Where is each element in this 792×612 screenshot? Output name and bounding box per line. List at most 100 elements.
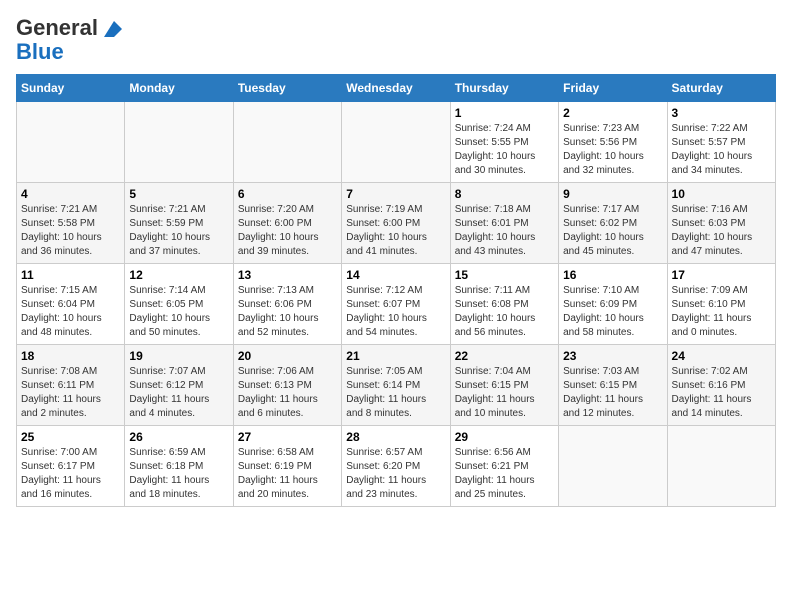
day-number: 8 (455, 187, 554, 201)
day-info: Sunrise: 7:24 AM Sunset: 5:55 PM Dayligh… (455, 122, 554, 178)
calendar-week-row: 11Sunrise: 7:15 AM Sunset: 6:04 PM Dayli… (17, 264, 776, 345)
day-info: Sunrise: 7:23 AM Sunset: 5:56 PM Dayligh… (563, 122, 662, 178)
day-number: 4 (21, 187, 120, 201)
day-info: Sunrise: 7:16 AM Sunset: 6:03 PM Dayligh… (672, 203, 771, 259)
calendar-cell: 7 Sunrise: 7:19 AM Sunset: 6:00 PM Daylig… (342, 183, 450, 264)
day-number: 26 (129, 430, 228, 444)
day-info: Sunrise: 7:07 AM Sunset: 6:12 PM Dayligh… (129, 365, 228, 421)
calendar-cell: 26 Sunrise: 6:59 AM Sunset: 6:18 PM Dayli… (125, 426, 233, 507)
weekday-header-wednesday: Wednesday (342, 75, 450, 102)
calendar-cell: 8 Sunrise: 7:18 AM Sunset: 6:01 PM Daylig… (450, 183, 558, 264)
day-info: Sunrise: 7:18 AM Sunset: 6:01 PM Dayligh… (455, 203, 554, 259)
calendar-cell (17, 102, 125, 183)
weekday-header-saturday: Saturday (667, 75, 775, 102)
day-info: Sunrise: 7:13 AM Sunset: 6:06 PM Dayligh… (238, 284, 337, 340)
day-info: Sunrise: 7:21 AM Sunset: 5:58 PM Dayligh… (21, 203, 120, 259)
day-number: 1 (455, 106, 554, 120)
day-number: 25 (21, 430, 120, 444)
day-info: Sunrise: 7:21 AM Sunset: 5:59 PM Dayligh… (129, 203, 228, 259)
day-number: 9 (563, 187, 662, 201)
calendar-cell: 10 Sunrise: 7:16 AM Sunset: 6:03 PM Dayli… (667, 183, 775, 264)
day-info: Sunrise: 6:56 AM Sunset: 6:21 PM Dayligh… (455, 446, 554, 502)
calendar-cell: 3Sunrise: 7:22 AM Sunset: 5:57 PM Daylig… (667, 102, 775, 183)
day-number: 24 (672, 349, 771, 363)
weekday-header-monday: Monday (125, 75, 233, 102)
calendar-week-row: 4 Sunrise: 7:21 AM Sunset: 5:58 PM Daylig… (17, 183, 776, 264)
logo-general: General (16, 16, 98, 40)
weekday-header-friday: Friday (559, 75, 667, 102)
day-info: Sunrise: 7:04 AM Sunset: 6:15 PM Dayligh… (455, 365, 554, 421)
calendar-cell: 27 Sunrise: 6:58 AM Sunset: 6:19 PM Dayli… (233, 426, 341, 507)
calendar-cell: 5 Sunrise: 7:21 AM Sunset: 5:59 PM Daylig… (125, 183, 233, 264)
calendar-cell: 17 Sunrise: 7:09 AM Sunset: 6:10 PM Dayli… (667, 264, 775, 345)
calendar-cell: 29 Sunrise: 6:56 AM Sunset: 6:21 PM Dayli… (450, 426, 558, 507)
day-number: 10 (672, 187, 771, 201)
day-info: Sunrise: 7:09 AM Sunset: 6:10 PM Dayligh… (672, 284, 771, 340)
day-info: Sunrise: 7:05 AM Sunset: 6:14 PM Dayligh… (346, 365, 445, 421)
calendar-cell: 1 Sunrise: 7:24 AM Sunset: 5:55 PM Daylig… (450, 102, 558, 183)
day-info: Sunrise: 7:20 AM Sunset: 6:00 PM Dayligh… (238, 203, 337, 259)
day-number: 12 (129, 268, 228, 282)
day-number: 15 (455, 268, 554, 282)
day-number: 20 (238, 349, 337, 363)
calendar-cell: 9 Sunrise: 7:17 AM Sunset: 6:02 PM Daylig… (559, 183, 667, 264)
day-number: 19 (129, 349, 228, 363)
day-info: Sunrise: 7:03 AM Sunset: 6:15 PM Dayligh… (563, 365, 662, 421)
calendar-cell: 18 Sunrise: 7:08 AM Sunset: 6:11 PM Dayli… (17, 345, 125, 426)
weekday-header-sunday: Sunday (17, 75, 125, 102)
calendar-cell: 2 Sunrise: 7:23 AM Sunset: 5:56 PM Daylig… (559, 102, 667, 183)
calendar-cell: 4 Sunrise: 7:21 AM Sunset: 5:58 PM Daylig… (17, 183, 125, 264)
day-number: 17 (672, 268, 771, 282)
day-number: 2 (563, 106, 662, 120)
weekday-header-tuesday: Tuesday (233, 75, 341, 102)
day-number: 21 (346, 349, 445, 363)
calendar-week-row: 1 Sunrise: 7:24 AM Sunset: 5:55 PM Daylig… (17, 102, 776, 183)
calendar-week-row: 25 Sunrise: 7:00 AM Sunset: 6:17 PM Dayli… (17, 426, 776, 507)
day-number: 18 (21, 349, 120, 363)
day-info: Sunrise: 6:59 AM Sunset: 6:18 PM Dayligh… (129, 446, 228, 502)
day-number: 3 (672, 106, 771, 120)
calendar-cell: 6Sunrise: 7:20 AM Sunset: 6:00 PM Daylig… (233, 183, 341, 264)
calendar-cell: 11Sunrise: 7:15 AM Sunset: 6:04 PM Dayli… (17, 264, 125, 345)
page-header: General Blue (16, 16, 776, 64)
calendar-cell (125, 102, 233, 183)
calendar-cell: 19 Sunrise: 7:07 AM Sunset: 6:12 PM Dayli… (125, 345, 233, 426)
day-info: Sunrise: 7:02 AM Sunset: 6:16 PM Dayligh… (672, 365, 771, 421)
day-info: Sunrise: 7:19 AM Sunset: 6:00 PM Dayligh… (346, 203, 445, 259)
day-number: 23 (563, 349, 662, 363)
day-info: Sunrise: 7:17 AM Sunset: 6:02 PM Dayligh… (563, 203, 662, 259)
day-number: 11 (21, 268, 120, 282)
day-info: Sunrise: 6:58 AM Sunset: 6:19 PM Dayligh… (238, 446, 337, 502)
day-number: 28 (346, 430, 445, 444)
day-number: 29 (455, 430, 554, 444)
calendar-cell: 14 Sunrise: 7:12 AM Sunset: 6:07 PM Dayli… (342, 264, 450, 345)
day-info: Sunrise: 7:08 AM Sunset: 6:11 PM Dayligh… (21, 365, 120, 421)
day-number: 27 (238, 430, 337, 444)
day-info: Sunrise: 7:00 AM Sunset: 6:17 PM Dayligh… (21, 446, 120, 502)
day-info: Sunrise: 7:14 AM Sunset: 6:05 PM Dayligh… (129, 284, 228, 340)
day-info: Sunrise: 7:12 AM Sunset: 6:07 PM Dayligh… (346, 284, 445, 340)
logo-blue: Blue (16, 40, 64, 64)
calendar-week-row: 18 Sunrise: 7:08 AM Sunset: 6:11 PM Dayli… (17, 345, 776, 426)
calendar-cell: 28 Sunrise: 6:57 AM Sunset: 6:20 PM Dayli… (342, 426, 450, 507)
calendar-cell: 22 Sunrise: 7:04 AM Sunset: 6:15 PM Dayli… (450, 345, 558, 426)
day-info: Sunrise: 7:06 AM Sunset: 6:13 PM Dayligh… (238, 365, 337, 421)
day-info: Sunrise: 6:57 AM Sunset: 6:20 PM Dayligh… (346, 446, 445, 502)
day-number: 22 (455, 349, 554, 363)
weekday-header-thursday: Thursday (450, 75, 558, 102)
day-info: Sunrise: 7:10 AM Sunset: 6:09 PM Dayligh… (563, 284, 662, 340)
calendar-table: SundayMondayTuesdayWednesdayThursdayFrid… (16, 74, 776, 507)
calendar-cell (559, 426, 667, 507)
calendar-cell: 16 Sunrise: 7:10 AM Sunset: 6:09 PM Dayli… (559, 264, 667, 345)
calendar-cell: 21 Sunrise: 7:05 AM Sunset: 6:14 PM Dayli… (342, 345, 450, 426)
day-number: 14 (346, 268, 445, 282)
calendar-cell: 13Sunrise: 7:13 AM Sunset: 6:06 PM Dayli… (233, 264, 341, 345)
calendar-cell: 24 Sunrise: 7:02 AM Sunset: 6:16 PM Dayli… (667, 345, 775, 426)
day-number: 7 (346, 187, 445, 201)
calendar-cell: 23 Sunrise: 7:03 AM Sunset: 6:15 PM Dayli… (559, 345, 667, 426)
day-number: 16 (563, 268, 662, 282)
day-number: 5 (129, 187, 228, 201)
day-info: Sunrise: 7:11 AM Sunset: 6:08 PM Dayligh… (455, 284, 554, 340)
calendar-cell: 12 Sunrise: 7:14 AM Sunset: 6:05 PM Dayli… (125, 264, 233, 345)
calendar-cell: 25 Sunrise: 7:00 AM Sunset: 6:17 PM Dayli… (17, 426, 125, 507)
